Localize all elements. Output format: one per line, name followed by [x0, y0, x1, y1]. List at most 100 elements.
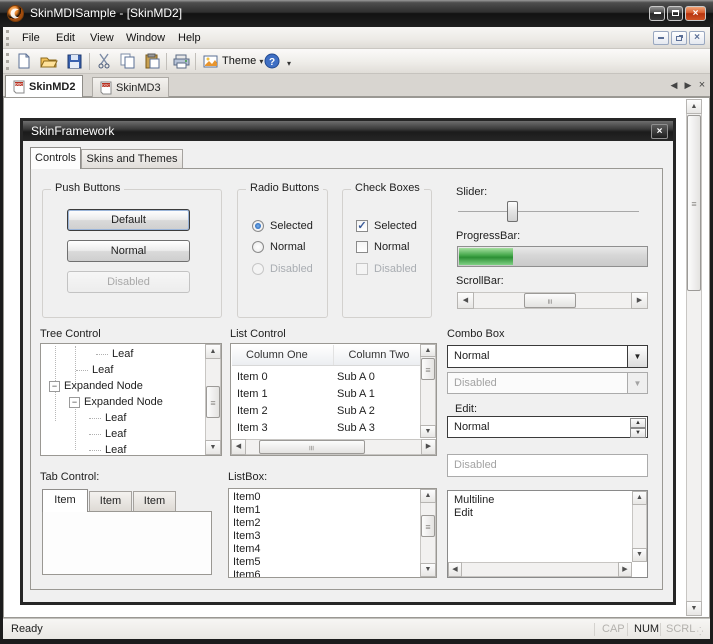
combo-dropdown-button[interactable]: ▼ [627, 346, 647, 367]
new-document-button[interactable] [13, 51, 35, 72]
tree-item-expanded[interactable]: − Expanded Node [69, 394, 163, 410]
list-cell[interactable]: Item 2 [237, 403, 268, 420]
listbox-scroll-down-button[interactable]: ▼ [420, 563, 436, 577]
list-cell[interactable]: Sub A 1 [337, 386, 375, 403]
slider-track[interactable] [458, 211, 639, 212]
list-cell[interactable]: Item 3 [237, 420, 268, 437]
tree-scroll-down-button[interactable]: ▼ [205, 440, 221, 455]
spin-up-button[interactable]: ▲ [630, 418, 646, 428]
list-cell[interactable]: Sub A 2 [337, 403, 375, 420]
menu-edit[interactable]: Edit [47, 27, 84, 49]
listbox-item[interactable]: Item1 [233, 504, 261, 517]
tree-scroll-thumb[interactable]: ≡ [206, 386, 220, 418]
menu-help[interactable]: Help [169, 27, 210, 49]
close-button[interactable]: × [685, 6, 706, 21]
multiline-scroll-left-button[interactable]: ◀ [448, 562, 462, 577]
doc-tab-skinmd3[interactable]: DOC SkinMD3 [92, 77, 169, 97]
doc-tab-skinmd2[interactable]: DOC SkinMD2 [5, 75, 84, 97]
child-close-button[interactable]: × [651, 124, 668, 139]
save-button[interactable] [63, 51, 85, 72]
multiline-hscrollbar[interactable] [448, 562, 632, 577]
tree-control[interactable]: Leaf Leaf − Expanded Node − Expanded Node … [40, 343, 222, 456]
multiline-scroll-down-button[interactable]: ▼ [632, 548, 647, 562]
multiline-edit[interactable]: Multiline Edit ▲ ▼ ◀ ▶ [447, 490, 648, 578]
listbox[interactable]: Item0 Item1 Item2 Item3 Item4 Item5 Item… [228, 488, 437, 578]
list-control[interactable]: Column One Column Two Item 0 Sub A 0 Ite… [230, 343, 437, 456]
tab-controls[interactable]: Controls [30, 147, 81, 169]
listbox-scroll-thumb[interactable]: ≡ [421, 515, 435, 537]
tree-item-expanded[interactable]: − Expanded Node [49, 378, 143, 394]
mdi-vscroll-up-button[interactable]: ▲ [686, 99, 702, 114]
mdi-close-button[interactable]: × [689, 31, 705, 45]
paste-button[interactable] [141, 51, 163, 72]
edit-normal[interactable]: Normal ▲ ▼ [447, 416, 648, 438]
tab-scroll-left-icon[interactable]: ◀ [667, 78, 681, 92]
radio-selected[interactable]: Selected [252, 220, 313, 232]
tree-item[interactable]: Leaf [89, 442, 126, 455]
tree-item[interactable]: Leaf [89, 410, 126, 426]
list-scroll-up-button[interactable]: ▲ [420, 344, 436, 357]
listbox-item[interactable]: Item5 [233, 556, 261, 569]
list-cell[interactable]: Sub A 3 [337, 420, 375, 437]
radio-normal[interactable]: Normal [252, 241, 305, 253]
listbox-item[interactable]: Item0 [233, 491, 261, 504]
listbox-scroll-up-button[interactable]: ▲ [420, 489, 436, 503]
collapse-icon[interactable]: − [49, 380, 60, 392]
help-button[interactable]: ? [261, 51, 283, 72]
listbox-item[interactable]: Item3 [233, 530, 261, 543]
combo-normal[interactable]: Normal ▼ [447, 345, 648, 368]
toolbar-grip[interactable] [6, 53, 9, 70]
tab-close-icon[interactable]: × [695, 78, 709, 92]
list-scroll-left-button[interactable]: ◀ [231, 439, 246, 455]
normal-button[interactable]: Normal [67, 240, 190, 262]
mdi-restore-button[interactable] [671, 31, 687, 45]
mini-tab-3[interactable]: Item [133, 491, 176, 512]
minimize-button[interactable] [649, 6, 665, 21]
toolbar-overflow-icon[interactable]: ▾ [287, 59, 291, 68]
default-button[interactable]: Default [67, 209, 190, 231]
slider-thumb[interactable] [507, 201, 518, 222]
tree-item[interactable]: Leaf [96, 346, 133, 362]
listbox-item[interactable]: Item2 [233, 517, 261, 530]
tab-skins-and-themes[interactable]: Skins and Themes [81, 149, 183, 169]
copy-button[interactable] [117, 51, 139, 72]
resize-grip-icon[interactable]: ⁛ [697, 627, 704, 636]
checkbox-selected[interactable]: ✓ Selected [356, 220, 417, 232]
menu-window[interactable]: Window [117, 27, 174, 49]
mdi-minimize-button[interactable] [653, 31, 669, 45]
mdi-vscroll-down-button[interactable]: ▼ [686, 601, 702, 616]
multiline-scroll-up-button[interactable]: ▲ [632, 491, 647, 505]
demo-scroll-left-button[interactable]: ◀ [457, 292, 474, 309]
mini-tab-2[interactable]: Item [89, 491, 132, 512]
listbox-item[interactable]: Item4 [233, 543, 261, 556]
list-scroll-thumb[interactable]: ≡ [421, 358, 435, 380]
mini-tab-1[interactable]: Item [42, 489, 88, 512]
column-header-one[interactable]: Column One [232, 345, 335, 365]
demo-scroll-right-button[interactable]: ▶ [631, 292, 648, 309]
collapse-icon[interactable]: − [69, 396, 80, 408]
tab-scroll-right-icon[interactable]: ▶ [681, 78, 695, 92]
open-button[interactable] [38, 51, 60, 72]
cut-button[interactable] [93, 51, 115, 72]
maximize-button[interactable] [667, 6, 683, 21]
mdi-vscroll-thumb[interactable]: ≡ [687, 115, 701, 291]
list-scroll-right-button[interactable]: ▶ [421, 439, 436, 455]
checkbox-normal[interactable]: Normal [356, 241, 409, 253]
list-hscroll-thumb[interactable]: ≡ [259, 440, 365, 454]
list-cell[interactable]: Item 1 [237, 386, 268, 403]
column-header-two[interactable]: Column Two [334, 345, 420, 365]
tree-scroll-up-button[interactable]: ▲ [205, 344, 221, 359]
listbox-item[interactable]: Item6 [233, 569, 261, 577]
demo-scroll-thumb[interactable]: ≡ [524, 293, 576, 308]
child-title-bar[interactable]: SkinFramework × [23, 121, 673, 141]
tree-item[interactable]: Leaf [76, 362, 113, 378]
multiline-scroll-right-button[interactable]: ▶ [618, 562, 632, 577]
list-scroll-down-button[interactable]: ▼ [420, 425, 436, 438]
theme-dropdown-button[interactable]: Theme ▾ [199, 51, 267, 72]
spinner[interactable]: ▲ ▼ [630, 418, 646, 438]
print-button[interactable] [170, 51, 192, 72]
tree-item[interactable]: Leaf [89, 426, 126, 442]
list-cell[interactable]: Sub A 0 [337, 369, 375, 386]
spin-down-button[interactable]: ▼ [630, 428, 646, 438]
menu-file[interactable]: File [13, 27, 49, 49]
